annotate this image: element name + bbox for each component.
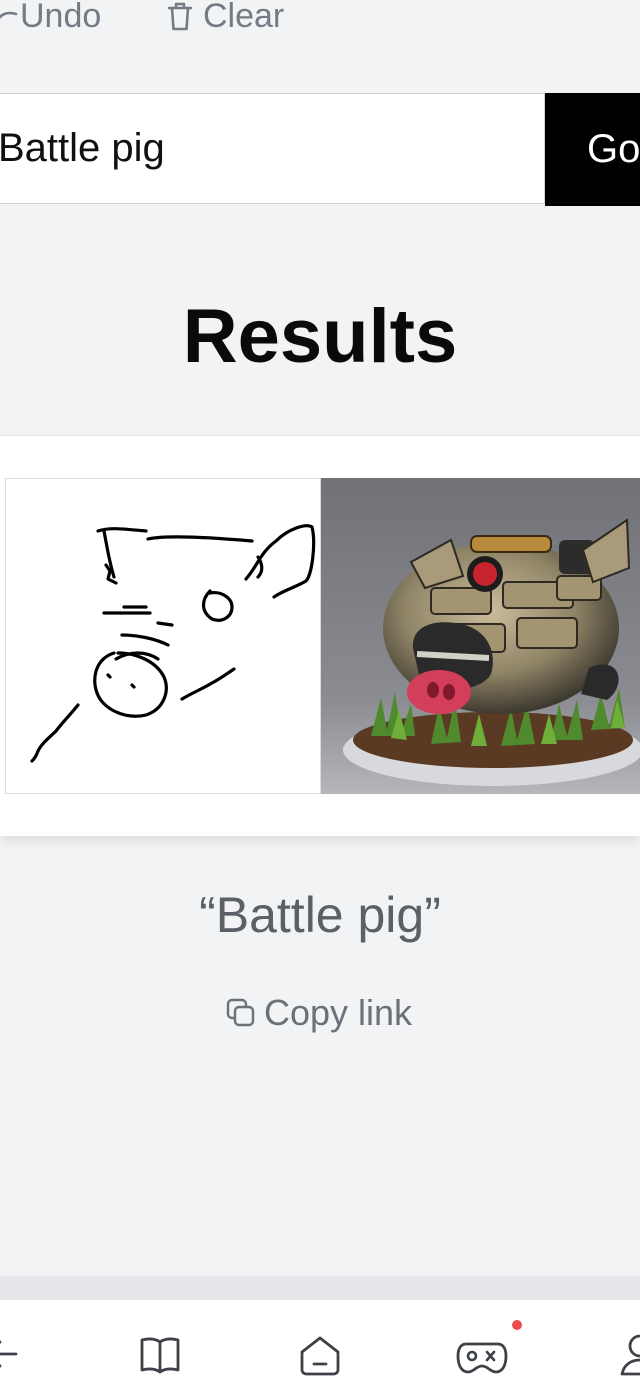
go-button[interactable]: Go: [545, 93, 640, 206]
nav-games[interactable]: [456, 1320, 522, 1378]
undo-button[interactable]: Undo: [0, 0, 101, 38]
copy-link-label: Copy link: [264, 992, 413, 1033]
clear-label: Clear: [203, 0, 285, 35]
gamepad-icon: [456, 1330, 512, 1378]
undo-label: Undo: [20, 0, 102, 35]
generated-image: [321, 478, 640, 794]
nav-profile[interactable]: [620, 1330, 640, 1378]
nav-back[interactable]: [0, 1330, 34, 1378]
bottom-divider: [0, 1276, 640, 1300]
book-icon: [136, 1330, 184, 1378]
clear-button[interactable]: Clear: [165, 0, 284, 38]
open-quote: “: [199, 887, 216, 943]
copy-icon: [224, 996, 264, 1030]
copy-link-button[interactable]: Copy link: [224, 990, 412, 1036]
prompt-form: Go: [0, 93, 640, 206]
close-quote: ”: [424, 887, 441, 943]
undo-icon: [0, 1, 20, 31]
caption-text: Battle pig: [215, 887, 425, 943]
drawing-toolbar: Undo Clear: [0, 0, 640, 40]
bottom-navigation: [0, 1300, 640, 1387]
profile-icon: [620, 1330, 640, 1378]
prompt-caption: “Battle pig”: [0, 884, 640, 946]
nav-library[interactable]: [136, 1330, 184, 1378]
prompt-input[interactable]: [0, 93, 545, 204]
trash-icon: [165, 0, 203, 32]
back-arrow-icon: [0, 1330, 34, 1376]
sketch-image: [5, 478, 321, 794]
app-screen: Undo Clear Go Results: [0, 0, 640, 1387]
results-title: Results: [182, 294, 458, 379]
nav-home[interactable]: [296, 1330, 344, 1378]
result-card: [0, 435, 640, 836]
notification-dot: [512, 1320, 522, 1330]
home-icon: [296, 1330, 344, 1378]
